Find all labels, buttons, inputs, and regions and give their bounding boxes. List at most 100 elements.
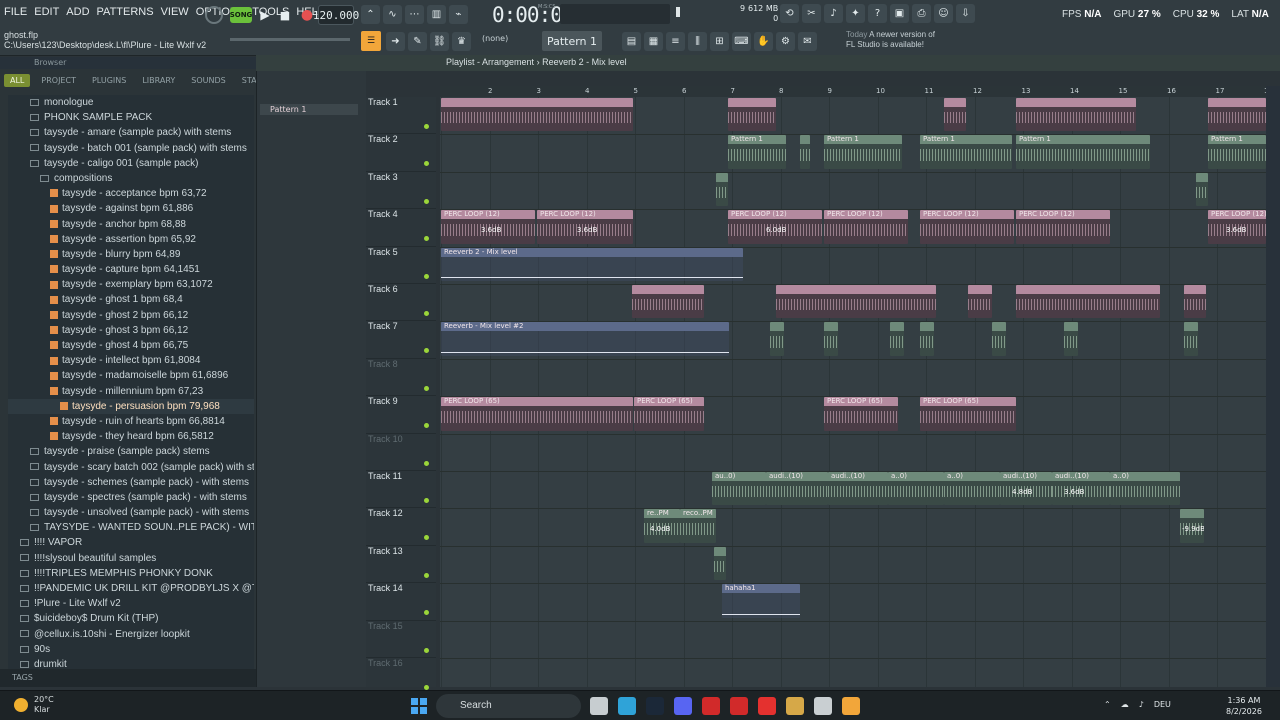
network-icon[interactable]: ☁: [1121, 700, 1129, 709]
track-header[interactable]: Track 8: [366, 359, 436, 397]
master-pitch-knob[interactable]: [205, 6, 223, 24]
browser-item[interactable]: !!!!slysoul beautiful samples: [8, 551, 254, 566]
playlist-clip[interactable]: PERC LOOP (12) 6.0dB: [728, 210, 822, 244]
track-header[interactable]: Track 4: [366, 209, 436, 247]
undo-icon[interactable]: ⟲: [780, 4, 799, 23]
playlist-clip[interactable]: PERC LOOP (12): [1016, 210, 1110, 244]
play-button[interactable]: ▶: [256, 6, 274, 24]
playlist-clip[interactable]: PERC LOOP (12): [920, 210, 1014, 244]
browser-item[interactable]: taysyde - amare (sample pack) with stems: [8, 125, 254, 140]
track-header[interactable]: Track 10: [366, 434, 436, 471]
playlist-icon[interactable]: ▤: [622, 32, 641, 51]
track-mute-led[interactable]: [424, 273, 429, 279]
mail-icon[interactable]: ✉: [798, 32, 817, 51]
menu-file[interactable]: FILE: [4, 6, 27, 18]
playlist-clip[interactable]: audi..(10) 3.6dB: [1052, 472, 1110, 506]
song-mode-button[interactable]: SONG: [230, 7, 252, 23]
track-mute-led[interactable]: [424, 572, 429, 578]
browser-item[interactable]: taysyde - madamoiselle bpm 61,6896: [8, 368, 254, 383]
vertical-scrollbar[interactable]: [1266, 86, 1280, 687]
download-icon[interactable]: ⇩: [956, 4, 975, 23]
playlist-clip[interactable]: a..0): [888, 472, 944, 506]
playlist-clip[interactable]: PERC LOOP (65): [824, 397, 898, 431]
metronome-icon[interactable]: ⌃: [361, 5, 380, 24]
stamp-icon[interactable]: ♛: [452, 32, 471, 51]
track-mute-led[interactable]: [424, 647, 429, 653]
playlist-clip[interactable]: [716, 172, 728, 207]
tab-sounds[interactable]: SOUNDS: [186, 74, 230, 87]
browser-item[interactable]: taysyde - ghost 4 bpm 66,75: [8, 338, 254, 353]
playlist-clip[interactable]: [824, 322, 838, 356]
browser-item[interactable]: taysyde - persuasion bpm 79,968: [8, 398, 254, 414]
browser-item[interactable]: taysyde - caligo 001 (sample pack): [8, 156, 254, 171]
playlist-clip[interactable]: [1196, 172, 1208, 207]
wait-input-icon[interactable]: ∿: [383, 5, 402, 24]
opera-gx-icon[interactable]: [730, 697, 748, 715]
link-icon[interactable]: ⛓: [430, 32, 449, 51]
project-icon[interactable]: ⚙: [776, 32, 795, 51]
browser-item[interactable]: taysyde - scary batch 002 (sample pack) …: [8, 460, 254, 475]
chevron-up-icon[interactable]: ⌃: [1104, 700, 1111, 709]
track-header[interactable]: Track 3: [366, 172, 436, 210]
browser-icon[interactable]: ⊞: [710, 32, 729, 51]
playlist-clip[interactable]: [992, 322, 1006, 356]
chat-icon[interactable]: ☺: [934, 4, 953, 23]
store-icon[interactable]: [618, 697, 636, 715]
clock[interactable]: 1:36 AM 8/2/2026: [1226, 695, 1262, 717]
save-icon[interactable]: ▣: [890, 4, 909, 23]
settings-icon[interactable]: [814, 697, 832, 715]
playlist-clip[interactable]: Reeverb 2 - Mix level: [441, 247, 743, 281]
browser-item[interactable]: taysyde - ghost 2 bpm 66,12: [8, 308, 254, 323]
track-mute-led[interactable]: [424, 460, 429, 466]
playlist-clip[interactable]: Reeverb - Mix level #2: [441, 322, 729, 356]
track-header[interactable]: Track 14: [366, 583, 436, 621]
playlist-clip[interactable]: reco..PM: [680, 509, 716, 543]
playlist-clip[interactable]: Pattern 1: [824, 135, 902, 169]
none-label[interactable]: (none): [482, 34, 508, 43]
playlist-clip[interactable]: PERC LOOP (65): [441, 397, 633, 431]
track-header[interactable]: Track 6: [366, 284, 436, 322]
track-mute-led[interactable]: [424, 423, 429, 429]
track-mute-led[interactable]: [424, 498, 429, 503]
browser-item[interactable]: TAYSYDE - WANTED SOUN..PLE PACK) - WITH …: [8, 520, 254, 535]
playlist-clip[interactable]: PERC LOOP (12): [824, 210, 908, 244]
help-icon[interactable]: ?: [868, 4, 887, 23]
channel-rack-icon[interactable]: ≡: [666, 32, 685, 51]
pattern-list-item[interactable]: Pattern 1: [260, 104, 358, 115]
snap-button[interactable]: ☰: [361, 31, 381, 51]
track-mute-led[interactable]: [424, 311, 429, 316]
playlist-grid[interactable]: Pattern 1 Pattern 1 Pattern 1 Pattern 1 Patt…: [440, 97, 1266, 687]
track-header[interactable]: Track 1: [366, 97, 436, 135]
steam-icon[interactable]: [646, 697, 664, 715]
track-header[interactable]: Track 12: [366, 508, 436, 546]
pen-icon[interactable]: [786, 697, 804, 715]
browser-item[interactable]: !!!! VAPOR: [8, 535, 254, 550]
playlist-clip[interactable]: -9.9dB: [1180, 509, 1204, 543]
browser-item[interactable]: !Plure - Lite Wxlf v2: [8, 596, 254, 611]
browser-item[interactable]: taysyde - millennium bpm 67,23: [8, 384, 254, 399]
playlist-clip[interactable]: [714, 546, 726, 581]
tab-all[interactable]: ALL: [4, 74, 31, 87]
mic-icon[interactable]: ♪: [824, 4, 843, 23]
playlist-clip[interactable]: [632, 285, 704, 319]
opera-icon[interactable]: [702, 697, 720, 715]
piano-roll-icon[interactable]: ▦: [644, 32, 663, 51]
pattern-selector[interactable]: Pattern 1: [542, 31, 602, 51]
track-header[interactable]: Track 9: [366, 396, 436, 434]
file-explorer-icon[interactable]: [590, 697, 608, 715]
playlist-clip[interactable]: [776, 285, 936, 319]
track-header[interactable]: Track 15: [366, 621, 436, 658]
stop-button[interactable]: ■: [276, 6, 294, 24]
menu-edit[interactable]: EDIT: [34, 6, 59, 18]
playlist-clip[interactable]: Pattern 1: [1016, 135, 1150, 169]
cut-icon[interactable]: ✂: [802, 4, 821, 23]
countdown-icon[interactable]: ⋯: [405, 5, 424, 24]
playlist-clip[interactable]: [441, 98, 633, 132]
tags-label[interactable]: TAGS: [12, 673, 33, 682]
taskbar-search[interactable]: Search: [436, 694, 581, 718]
browser-item[interactable]: taysyde - unsolved (sample pack) - with …: [8, 505, 254, 520]
timeline-ruler[interactable]: 23456789101112131415161718: [440, 86, 1273, 97]
step-edit-icon[interactable]: ▥: [427, 5, 446, 24]
playlist-clip[interactable]: Pattern 1: [920, 135, 1012, 169]
mic-tray-icon[interactable]: ♪: [1139, 700, 1144, 709]
